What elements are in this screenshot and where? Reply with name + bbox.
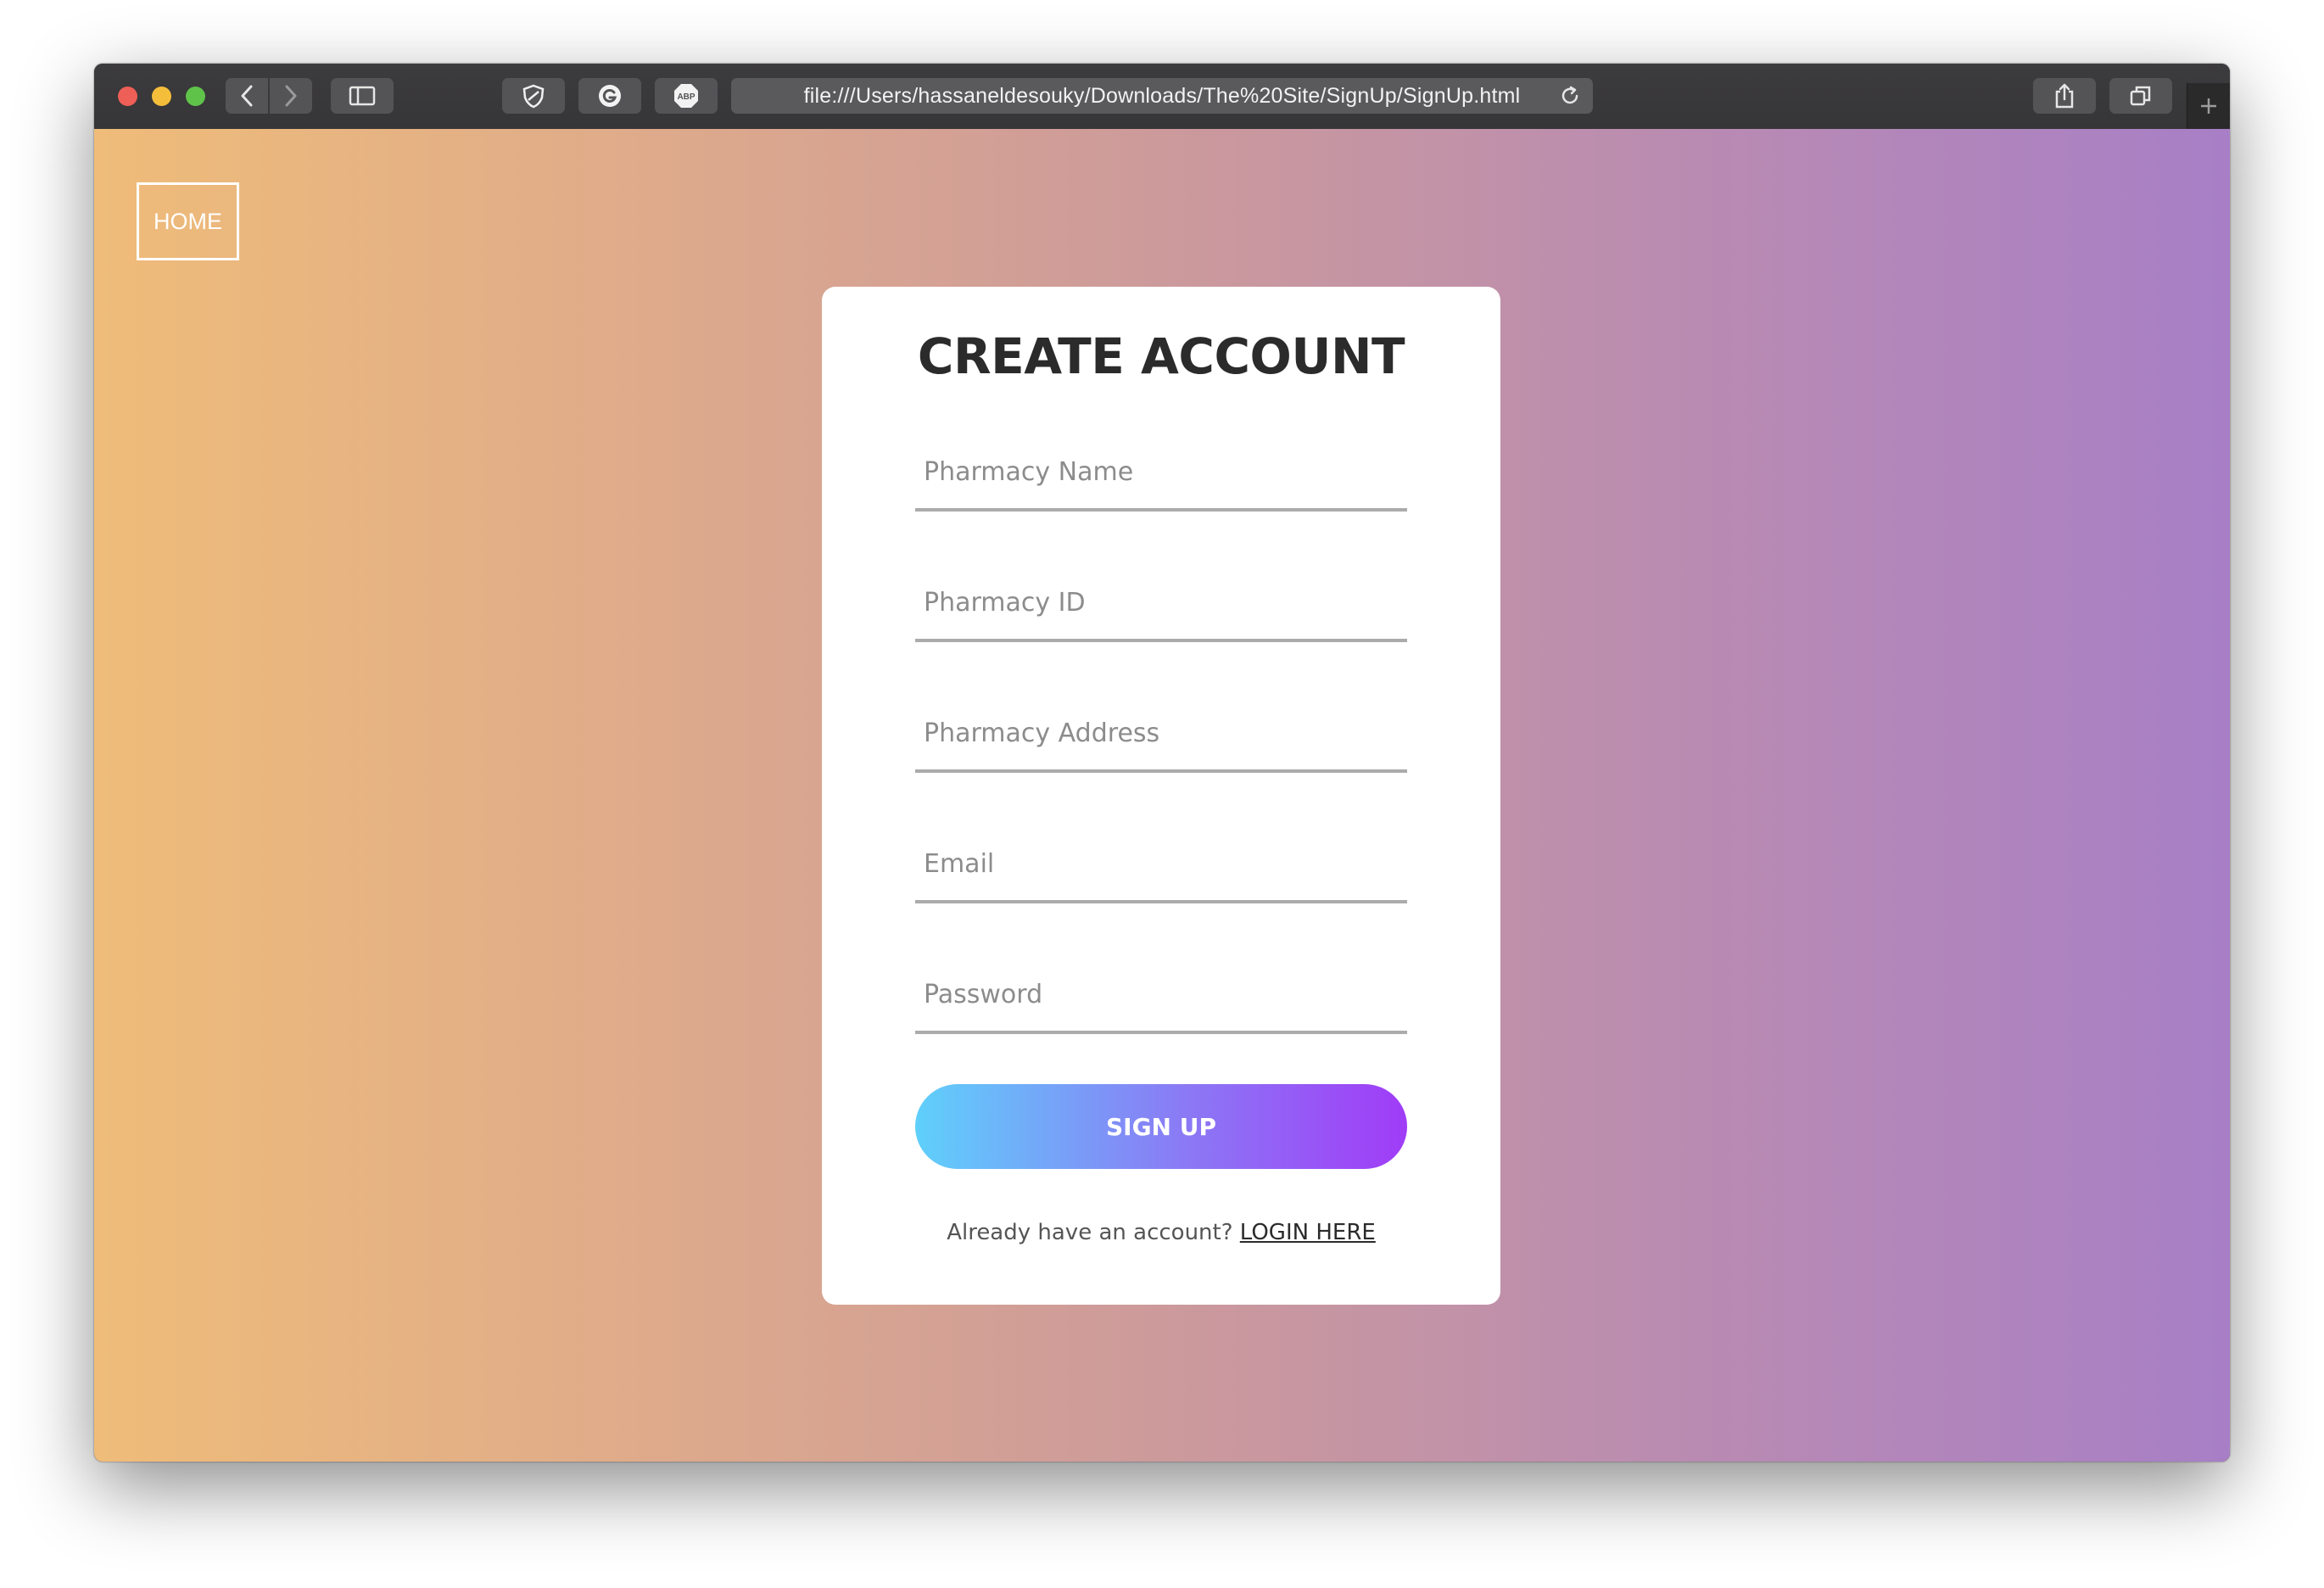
zoom-window-button[interactable] [186, 87, 205, 106]
shield-icon [522, 84, 545, 109]
back-button[interactable] [226, 78, 268, 114]
browser-toolbar: ABP file:///Users/hassaneldesouky/Downlo… [94, 64, 2230, 130]
minimize-window-button[interactable] [152, 87, 171, 106]
close-window-button[interactable] [118, 87, 137, 106]
back-icon [241, 85, 253, 107]
page-title: CREATE ACCOUNT [917, 327, 1405, 385]
url-text: file:///Users/hassaneldesouky/Downloads/… [803, 83, 1521, 108]
sidebar-icon [349, 86, 376, 106]
forward-icon [285, 85, 297, 107]
password-input[interactable] [915, 958, 1407, 1034]
home-button[interactable]: HOME [137, 182, 239, 260]
adblock-label: ABP [677, 92, 695, 102]
login-link[interactable]: LOGIN HERE [1240, 1220, 1376, 1245]
forward-button[interactable] [270, 78, 312, 114]
signup-card: CREATE ACCOUNT SIGN UP Already have an a… [822, 287, 1500, 1305]
grammarly-icon [599, 85, 621, 107]
tab-overview-button[interactable] [2109, 78, 2172, 114]
pharmacy-id-input[interactable] [915, 566, 1407, 642]
login-prompt: Already have an account? LOGIN HERE [822, 1220, 1500, 1245]
page-viewport: HOME CREATE ACCOUNT SIGN UP Already have… [94, 129, 2230, 1462]
pharmacy-address-input[interactable] [915, 696, 1407, 773]
login-prompt-text: Already have an account? [947, 1220, 1233, 1245]
adblock-icon: ABP [674, 84, 698, 108]
pharmacy-name-input[interactable] [915, 435, 1407, 512]
sidebar-button[interactable] [331, 78, 394, 114]
tabs-icon [2130, 86, 2151, 106]
browser-window: ABP file:///Users/hassaneldesouky/Downlo… [94, 64, 2230, 1462]
plus-icon [2201, 98, 2216, 114]
email-input[interactable] [915, 827, 1407, 903]
reload-icon[interactable] [1559, 85, 1581, 107]
new-tab-button[interactable] [2187, 83, 2230, 129]
adblock-extension-button[interactable]: ABP [655, 78, 718, 114]
address-bar[interactable]: file:///Users/hassaneldesouky/Downloads/… [731, 78, 1593, 114]
sign-up-button[interactable]: SIGN UP [915, 1084, 1407, 1169]
grammarly-extension-button[interactable] [578, 78, 641, 114]
share-button[interactable] [2033, 78, 2096, 114]
share-icon [2055, 83, 2074, 109]
privacy-extension-button[interactable] [502, 78, 565, 114]
